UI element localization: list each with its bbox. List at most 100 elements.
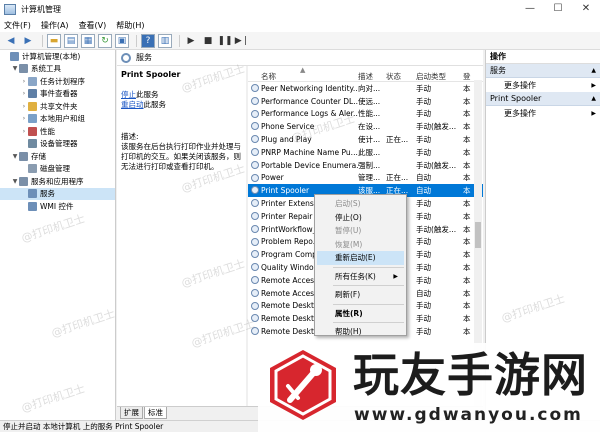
toolbar: ◀ ▶ ▬ ▤ ▦ ↻ ▣ ? ▥ ▶ ■ ❚❚ ▶❘ (0, 32, 600, 50)
service-name: Performance Counter DL... (261, 96, 358, 106)
service-startup-type: 手动 (416, 147, 431, 157)
service-startup-type: 手动 (416, 83, 431, 93)
context-menu-item[interactable]: 属性(R) (315, 307, 406, 321)
expand-caret-icon[interactable]: › (20, 128, 28, 135)
tree-item[interactable]: ▼ 存储 (0, 150, 115, 163)
service-gear-icon (251, 173, 259, 182)
column-startup-type[interactable]: 启动类型 (416, 66, 463, 82)
restart-service-line: 重启动此服务 (121, 100, 242, 110)
context-menu-item[interactable]: 帮助(H) (315, 325, 406, 339)
back-arrow-icon[interactable]: ◀ (4, 34, 18, 48)
stop-service-link[interactable]: 停止 (121, 90, 136, 99)
help-icon[interactable]: ? (141, 33, 155, 48)
tree-item[interactable]: › 共享文件夹 (0, 100, 115, 113)
table-row[interactable]: Performance Counter DL... 使远... 手动本 (248, 95, 483, 108)
menu-action[interactable]: 操作(A) (41, 20, 69, 31)
menu-separator (333, 322, 404, 323)
forward-arrow-icon[interactable]: ▶ (21, 34, 35, 48)
stop-icon[interactable]: ■ (201, 34, 215, 48)
expand-caret-icon[interactable]: ▼ (11, 65, 19, 72)
tree-item[interactable]: ▼ 系统工具 (0, 63, 115, 76)
pause-icon[interactable]: ❚❚ (217, 34, 232, 48)
scrollbar-thumb[interactable] (475, 222, 481, 248)
tree-item[interactable]: 设备管理器 (0, 138, 115, 151)
table-row[interactable]: Peer Networking Identity... 向对... 手动本 (248, 82, 483, 95)
maximize-button[interactable]: ☐ (544, 0, 572, 18)
tab-standard[interactable]: 标准 (144, 407, 167, 419)
collapse-icon: ▲ (591, 67, 596, 74)
service-gear-icon (251, 109, 259, 118)
context-menu-item[interactable]: 所有任务(K) ▶ (315, 270, 406, 284)
service-name: Power (261, 173, 284, 183)
restart-service-link[interactable]: 重启动 (121, 100, 144, 109)
export-list-icon[interactable]: ▦ (81, 33, 95, 48)
table-row[interactable]: Phone Service 在设... 手动(触发... 本 (248, 120, 483, 133)
tree-node-icon (28, 114, 37, 124)
actions-section-print-spooler[interactable]: Print Spooler ▲ (486, 92, 600, 106)
services-header: 服务 (117, 50, 483, 66)
context-menu-item-label: 所有任务(K) (335, 271, 376, 281)
tree-item[interactable]: › 性能 (0, 125, 115, 138)
tree-item[interactable]: 磁盘管理 (0, 163, 115, 176)
tree-item[interactable]: WMI 控件 (0, 200, 115, 213)
expand-caret-icon[interactable]: › (20, 115, 28, 122)
more-actions-services[interactable]: 更多操作 ▶ (486, 78, 600, 92)
table-row[interactable]: PNRP Machine Name Pu... 此服... 手动本 (248, 146, 483, 159)
context-menu-item-label: 刷新(F) (335, 290, 361, 299)
menu-help[interactable]: 帮助(H) (116, 20, 144, 31)
service-gear-icon (251, 96, 259, 105)
tree-item[interactable]: › 任务计划程序 (0, 75, 115, 88)
menu-separator (333, 285, 404, 286)
tree-item[interactable]: 服务 (0, 187, 115, 200)
table-row[interactable]: Performance Logs & Aler... 性能... 手动本 (248, 108, 483, 121)
service-status: 正在... (386, 135, 409, 145)
site-logo-icon (270, 350, 336, 420)
start-icon[interactable]: ▶ (184, 34, 198, 48)
service-name: PNRP Machine Name Pu... (261, 147, 358, 157)
more-actions-print-spooler[interactable]: 更多操作 ▶ (486, 106, 600, 120)
expand-caret-icon[interactable]: › (20, 90, 28, 97)
tab-extended[interactable]: 扩展 (120, 407, 143, 419)
minimize-button[interactable]: — (516, 0, 544, 18)
console-tree-icon[interactable]: ▤ (64, 33, 78, 48)
folder-icon[interactable]: ▬ (47, 33, 61, 48)
table-row[interactable]: Power 管理... 正在... 自动本 (248, 172, 483, 185)
tree-item[interactable]: 计算机管理(本地) (0, 50, 115, 63)
actions-section-services[interactable]: 服务 ▲ (486, 64, 600, 78)
context-menu-item-label: 属性(R) (335, 308, 363, 318)
close-button[interactable]: ✕ (572, 0, 600, 18)
expand-caret-icon[interactable]: › (20, 103, 28, 110)
service-gear-icon (251, 211, 259, 220)
service-startup-type: 手动 (416, 211, 431, 221)
table-row[interactable]: Plug and Play 使计... 正在... 手动本 (248, 133, 483, 146)
service-startup-type: 手动 (416, 135, 431, 145)
properties-icon[interactable]: ▣ (115, 33, 129, 48)
tree-node-icon (28, 164, 37, 174)
menu-view[interactable]: 查看(V) (79, 20, 107, 31)
service-startup-type: 手动 (416, 275, 431, 285)
expand-caret-icon[interactable]: ▼ (11, 153, 19, 160)
stop-service-suffix: 此服务 (136, 90, 159, 99)
service-startup-type: 手动 (416, 237, 431, 247)
refresh-icon[interactable]: ↻ (98, 33, 112, 48)
computer-management-icon (4, 3, 16, 15)
menu-file[interactable]: 文件(F) (4, 20, 31, 31)
tree-item-label: 事件查看器 (40, 89, 78, 99)
restart-icon[interactable]: ▶❘ (235, 34, 249, 48)
expand-caret-icon[interactable]: ▼ (11, 178, 19, 185)
service-startup-type: 手动 (416, 250, 431, 260)
table-row[interactable]: Portable Device Enumera... 强制... 手动(触发... 本 (248, 159, 483, 172)
expand-caret-icon[interactable]: › (20, 78, 28, 85)
service-gear-icon (251, 288, 259, 297)
tree-item[interactable]: › 本地用户和组 (0, 113, 115, 126)
column-description[interactable]: 描述 (358, 66, 386, 82)
context-menu-item[interactable]: 刷新(F) (315, 288, 406, 302)
tree-item[interactable]: ▼ 服务和应用程序 (0, 175, 115, 188)
tree-item[interactable]: › 事件查看器 (0, 88, 115, 101)
service-gear-icon (251, 160, 259, 169)
view-icon[interactable]: ▥ (158, 33, 172, 48)
column-status[interactable]: 状态 (386, 66, 416, 82)
actions-section-print-spooler-label: Print Spooler (490, 94, 542, 103)
context-menu-item[interactable]: 停止(O) (315, 211, 406, 225)
context-menu-item[interactable]: 重新启动(E) (317, 251, 404, 265)
